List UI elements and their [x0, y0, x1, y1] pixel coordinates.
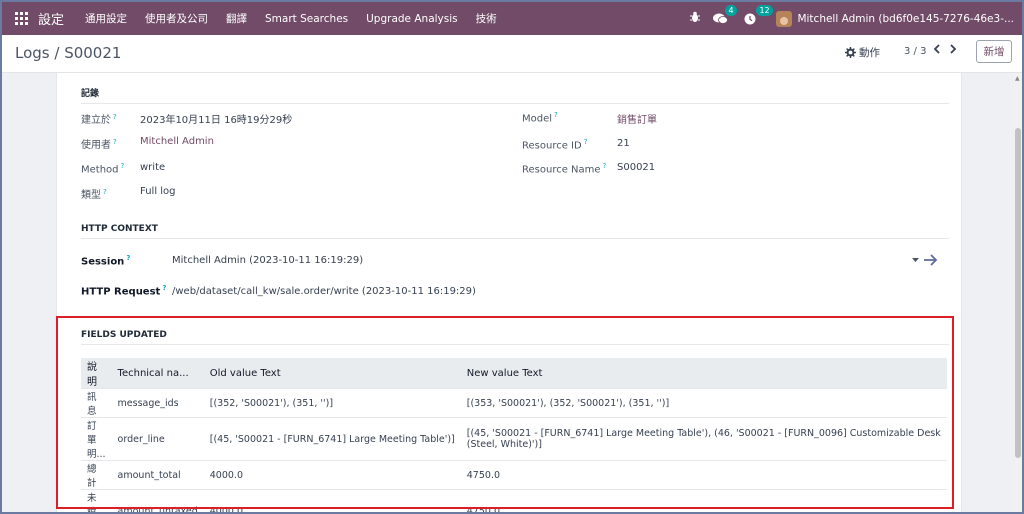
cell-technical-name: amount_total: [111, 460, 204, 490]
gear-icon: [845, 47, 856, 58]
scroll-up-icon[interactable]: ▲: [1015, 75, 1020, 82]
nav-item-technical[interactable]: 技術: [476, 11, 497, 26]
form-sheet: 記錄 建立於? 2023年10月11日 16時19分29秒 使用者? Mitch…: [56, 73, 962, 514]
resource-name-value: S00021: [617, 162, 656, 173]
cell-new-value: [(353, 'S00021'), (352, 'S00021'), (351,…: [460, 388, 947, 418]
method-label: Method?: [81, 162, 125, 176]
caret-down-icon[interactable]: [912, 257, 919, 263]
column-header-old-value[interactable]: Old value Text: [203, 358, 461, 389]
cell-old-value: [(45, 'S00021 - [FURN_6741] Large Meetin…: [203, 417, 461, 461]
resource-name-label: Resource Name?: [522, 162, 607, 176]
nav-item-upgrade-analysis[interactable]: Upgrade Analysis: [366, 13, 458, 25]
column-header-technical-name[interactable]: Technical na...: [111, 358, 204, 389]
clock-icon: [744, 13, 756, 24]
cell-technical-name: order_line: [111, 417, 204, 461]
action-menu-label: 動作: [859, 47, 880, 59]
pager-value[interactable]: 3 / 3: [904, 46, 926, 57]
nav-item-smart-searches[interactable]: Smart Searches: [265, 13, 348, 25]
control-panel: Logs / S00021 動作 3 / 3 新增: [2, 35, 1022, 73]
action-menu-button[interactable]: 動作: [845, 45, 880, 60]
fields-updated-table: 說明 Technical na... Old value Text New va…: [81, 358, 947, 514]
scrollbar-thumb[interactable]: [1015, 128, 1021, 458]
table-row[interactable]: 訊息 message_ids [(352, 'S00021'), (351, '…: [81, 388, 947, 418]
breadcrumb[interactable]: Logs / S00021: [15, 44, 121, 62]
session-controls[interactable]: [912, 254, 938, 266]
table-header-row: 說明 Technical na... Old value Text New va…: [81, 358, 947, 389]
type-value: Full log: [140, 186, 176, 197]
http-request-label: HTTP Request?: [81, 284, 167, 298]
activities-count-badge: 12: [756, 4, 773, 16]
nav-item-general-settings[interactable]: 通用設定: [85, 11, 127, 26]
activities-button[interactable]: 12: [744, 4, 773, 25]
chevron-right-icon[interactable]: [949, 43, 957, 59]
cell-new-value: 4750.0: [460, 460, 947, 490]
resource-id-label: Resource ID?: [522, 138, 588, 152]
table-row[interactable]: 總計 amount_total 4000.0 4750.0: [81, 460, 947, 490]
cell-old-value: 4000.0: [203, 460, 461, 490]
record-section-title: 記錄: [81, 86, 949, 104]
cell-technical-name: amount_untaxed: [111, 489, 204, 514]
model-label: Model?: [522, 111, 558, 125]
app-brand[interactable]: 設定: [38, 9, 64, 28]
created-value: 2023年10月11日 16時19分29秒: [140, 115, 293, 126]
method-value: write: [140, 162, 166, 173]
chevron-left-icon[interactable]: [933, 43, 941, 59]
table-row[interactable]: 訂單明... order_line [(45, 'S00021 - [FURN_…: [81, 417, 947, 461]
http-request-value: /web/dataset/call_kw/sale.order/write (2…: [172, 286, 476, 297]
column-header-description[interactable]: 說明: [81, 358, 112, 389]
nav-item-users-companies[interactable]: 使用者及公司: [145, 11, 208, 26]
cell-description: 總計: [81, 460, 112, 490]
cell-description: 訊息: [81, 388, 112, 418]
messages-count-badge: 4: [725, 4, 737, 16]
http-context-section-title: HTTP CONTEXT: [81, 224, 949, 239]
cell-technical-name: message_ids: [111, 388, 204, 418]
cell-new-value: [(45, 'S00021 - [FURN_6741] Large Meetin…: [460, 417, 947, 461]
user-value-link[interactable]: Mitchell Admin: [140, 136, 214, 147]
avatar[interactable]: [776, 10, 793, 27]
column-header-new-value[interactable]: New value Text: [460, 358, 947, 389]
new-button[interactable]: 新增: [976, 40, 1012, 63]
session-label: Session?: [81, 254, 131, 268]
resource-id-value: 21: [617, 138, 630, 149]
top-navbar: 設定 通用設定 使用者及公司 翻譯 Smart Searches Upgrade…: [2, 2, 1022, 35]
session-value: Mitchell Admin (2023-10-11 16:19:29): [172, 255, 364, 266]
vertical-scrollbar[interactable]: ▲: [1014, 73, 1022, 512]
apps-grid-icon[interactable]: [15, 12, 28, 25]
cell-old-value: [(352, 'S00021'), (351, '')]: [203, 388, 461, 418]
nav-item-translations[interactable]: 翻譯: [226, 11, 247, 26]
table-row[interactable]: 未稅金... amount_untaxed 4000.0 4750.0: [81, 489, 947, 514]
cell-new-value: 4750.0: [460, 489, 947, 514]
bug-icon[interactable]: [689, 11, 701, 26]
cell-description: 訂單明...: [81, 417, 112, 461]
cell-old-value: 4000.0: [203, 489, 461, 514]
cell-description: 未稅金...: [81, 489, 112, 514]
type-label: 類型?: [81, 187, 107, 201]
arrow-right-icon[interactable]: [923, 254, 938, 266]
created-label: 建立於?: [81, 112, 117, 126]
user-menu[interactable]: Mitchell Admin (bd6f0e145-7276-46e3-...: [797, 13, 1014, 25]
user-label: 使用者?: [81, 137, 117, 151]
messages-button[interactable]: 4: [713, 4, 737, 25]
fields-updated-section-title: FIELDS UPDATED: [81, 330, 949, 345]
model-value-link[interactable]: 銷售訂單: [617, 111, 657, 126]
